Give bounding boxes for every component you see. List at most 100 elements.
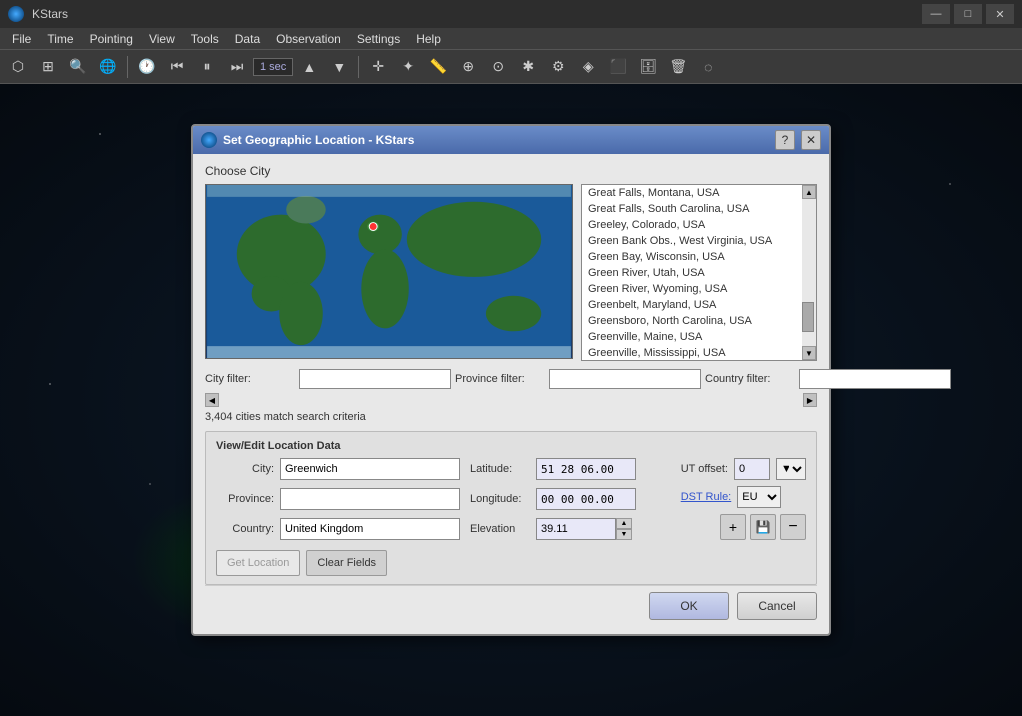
country-input[interactable] bbox=[280, 518, 460, 540]
longitude-label: Longitude: bbox=[470, 493, 530, 505]
dialog-help-button[interactable]: ? bbox=[775, 130, 795, 150]
close-button[interactable]: ✕ bbox=[986, 4, 1014, 24]
dst-row: DST Rule: EU bbox=[681, 486, 806, 508]
city-province-country-fields: City: Province: Country: bbox=[216, 458, 460, 544]
country-filter-input[interactable] bbox=[799, 369, 951, 389]
toolbar-forward-btn[interactable]: ⏭ bbox=[223, 53, 251, 81]
dialog-overlay: Set Geographic Location - KStars ? ✕ Cho… bbox=[0, 84, 1022, 716]
get-location-btn[interactable]: Get Location bbox=[216, 550, 300, 576]
get-location-row: Get Location Clear Fields bbox=[216, 550, 806, 576]
hscroll-right-btn[interactable]: ▶ bbox=[803, 393, 817, 407]
scroll-down-btn[interactable]: ▼ bbox=[802, 346, 816, 360]
province-label: Province: bbox=[216, 493, 274, 505]
menu-file[interactable]: File bbox=[4, 28, 39, 50]
match-count: 3,404 cities match search criteria bbox=[205, 411, 817, 423]
toolbar-globe-btn[interactable]: 🌐 bbox=[94, 53, 122, 81]
toolbar-misc1-btn[interactable]: ⊕ bbox=[454, 53, 482, 81]
city-item-2[interactable]: Greeley, Colorado, USA bbox=[582, 217, 816, 233]
clear-fields-btn[interactable]: Clear Fields bbox=[306, 550, 387, 576]
remove-location-btn[interactable]: − bbox=[780, 514, 806, 540]
menu-tools[interactable]: Tools bbox=[183, 28, 227, 50]
menu-time[interactable]: Time bbox=[39, 28, 81, 50]
dialog-close-button[interactable]: ✕ bbox=[801, 130, 821, 150]
cancel-button[interactable]: Cancel bbox=[737, 592, 817, 620]
city-list-wrapper: Great Falls, Montana, USA Great Falls, S… bbox=[581, 184, 817, 361]
elevation-down-btn[interactable]: ▼ bbox=[616, 529, 632, 540]
city-item-3[interactable]: Green Bank Obs., West Virginia, USA bbox=[582, 233, 816, 249]
toolbar-misc7-btn[interactable]: 🗄 bbox=[634, 53, 662, 81]
dst-rule-link[interactable]: DST Rule: bbox=[681, 491, 732, 503]
elevation-up-btn[interactable]: ▲ bbox=[616, 518, 632, 529]
toolbar-pause-btn[interactable]: ⏸ bbox=[193, 53, 221, 81]
add-location-btn[interactable]: + bbox=[720, 514, 746, 540]
province-input[interactable] bbox=[280, 488, 460, 510]
toolbar-search-btn[interactable]: 🔍 bbox=[64, 53, 92, 81]
dialog-icon bbox=[201, 132, 217, 148]
city-item-9[interactable]: Greenville, Maine, USA bbox=[582, 329, 816, 345]
toolbar-misc8-btn[interactable]: 🗑 bbox=[664, 53, 692, 81]
toolbar-misc2-btn[interactable]: ⊙ bbox=[484, 53, 512, 81]
city-item-4[interactable]: Green Bay, Wisconsin, USA bbox=[582, 249, 816, 265]
elevation-row: Elevation ▲ ▼ bbox=[470, 518, 636, 540]
elevation-input[interactable] bbox=[536, 518, 616, 540]
toolbar-track-btn[interactable]: ✛ bbox=[364, 53, 392, 81]
toolbar-select-btn[interactable]: ⬡ bbox=[4, 53, 32, 81]
menu-help[interactable]: Help bbox=[408, 28, 449, 50]
province-filter-input[interactable] bbox=[549, 369, 701, 389]
city-list-scrollbar[interactable]: ▲ ▼ bbox=[802, 185, 816, 360]
city-label: City: bbox=[216, 463, 274, 475]
latitude-row: Latitude: bbox=[470, 458, 636, 480]
scroll-up-btn[interactable]: ▲ bbox=[802, 185, 816, 199]
toolbar-time-down-btn[interactable]: ▼ bbox=[325, 53, 353, 81]
minimize-button[interactable]: — bbox=[922, 4, 950, 24]
latitude-input[interactable] bbox=[536, 458, 636, 480]
form-main-layout: City: Province: Country: bbox=[216, 458, 806, 544]
toolbar-crosshair-btn[interactable]: ✦ bbox=[394, 53, 422, 81]
maximize-button[interactable]: □ bbox=[954, 4, 982, 24]
toolbar-measure-btn[interactable]: 📏 bbox=[424, 53, 452, 81]
city-list[interactable]: Great Falls, Montana, USA Great Falls, S… bbox=[582, 185, 816, 360]
view-edit-label: View/Edit Location Data bbox=[216, 440, 806, 452]
city-item-5[interactable]: Green River, Utah, USA bbox=[582, 265, 816, 281]
ok-button[interactable]: OK bbox=[649, 592, 729, 620]
country-row: Country: bbox=[216, 518, 460, 540]
dst-rule-dropdown[interactable]: EU bbox=[737, 486, 781, 508]
ut-offset-input[interactable] bbox=[734, 458, 770, 480]
city-item-7[interactable]: Greenbelt, Maryland, USA bbox=[582, 297, 816, 313]
city-item-0[interactable]: Great Falls, Montana, USA bbox=[582, 185, 816, 201]
app-title: KStars bbox=[32, 7, 914, 21]
dialog-titlebar: Set Geographic Location - KStars ? ✕ bbox=[193, 126, 829, 154]
hscroll-track bbox=[219, 393, 803, 407]
toolbar-rewind-btn[interactable]: ⏮ bbox=[163, 53, 191, 81]
menu-pointing[interactable]: Pointing bbox=[82, 28, 141, 50]
horizontal-scrollbar[interactable]: ◀ ▶ bbox=[205, 393, 817, 407]
toolbar-misc3-btn[interactable]: ✱ bbox=[514, 53, 542, 81]
elevation-spinner: ▲ ▼ bbox=[616, 518, 632, 540]
toolbar-clock-btn[interactable]: 🕐 bbox=[133, 53, 161, 81]
time-step-display: 1 sec bbox=[253, 58, 293, 76]
city-input[interactable] bbox=[280, 458, 460, 480]
toolbar-time-up-btn[interactable]: ▲ bbox=[295, 53, 323, 81]
toolbar-misc5-btn[interactable]: ◈ bbox=[574, 53, 602, 81]
filter-section: City filter: Province filter: Country fi… bbox=[205, 369, 817, 389]
city-item-10[interactable]: Greenville, Mississippi, USA bbox=[582, 345, 816, 360]
city-item-8[interactable]: Greensboro, North Carolina, USA bbox=[582, 313, 816, 329]
toolbar-misc6-btn[interactable]: ⬛ bbox=[604, 53, 632, 81]
toolbar-misc9-btn[interactable]: ◌ bbox=[694, 53, 722, 81]
city-filter-input[interactable] bbox=[299, 369, 451, 389]
city-item-6[interactable]: Green River, Wyoming, USA bbox=[582, 281, 816, 297]
menu-settings[interactable]: Settings bbox=[349, 28, 408, 50]
menu-observation[interactable]: Observation bbox=[268, 28, 349, 50]
save-location-btn[interactable]: 💾 bbox=[750, 514, 776, 540]
latitude-label: Latitude: bbox=[470, 463, 530, 475]
toolbar-misc4-btn[interactable]: ⚙ bbox=[544, 53, 572, 81]
ut-offset-dropdown[interactable]: ▼ bbox=[776, 458, 806, 480]
longitude-input[interactable] bbox=[536, 488, 636, 510]
menu-view[interactable]: View bbox=[141, 28, 183, 50]
scroll-thumb[interactable] bbox=[802, 302, 814, 332]
hscroll-left-btn[interactable]: ◀ bbox=[205, 393, 219, 407]
city-item-1[interactable]: Great Falls, South Carolina, USA bbox=[582, 201, 816, 217]
toolbar-zoom-fit-btn[interactable]: ⊞ bbox=[34, 53, 62, 81]
menu-data[interactable]: Data bbox=[227, 28, 268, 50]
world-map[interactable] bbox=[205, 184, 573, 359]
